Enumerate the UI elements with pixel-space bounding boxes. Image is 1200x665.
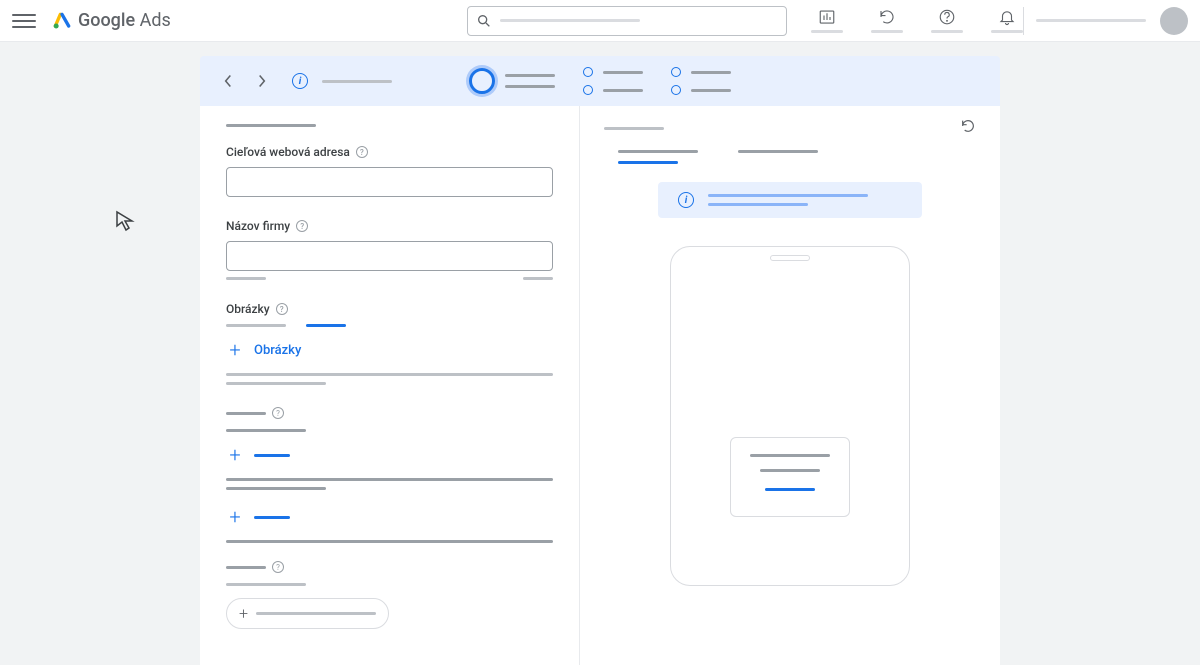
divider: [1023, 7, 1024, 35]
menu-icon[interactable]: [12, 9, 36, 33]
tab-active[interactable]: [306, 324, 346, 327]
search-placeholder: [500, 19, 640, 22]
search-icon: [476, 13, 492, 29]
info-icon[interactable]: i: [292, 73, 308, 89]
business-name-label: Názov firmy ?: [226, 219, 553, 233]
app-header: Google Ads: [0, 0, 1200, 42]
add-logo-button[interactable]: +: [226, 446, 553, 464]
final-url-input[interactable]: [226, 167, 553, 197]
plus-icon: +: [226, 508, 244, 526]
section-title-placeholder: [226, 124, 316, 127]
images-label: Obrázky ?: [226, 302, 553, 316]
avatar[interactable]: [1160, 7, 1188, 35]
ads-logo-icon: [52, 11, 72, 31]
logos-label-placeholder: [226, 412, 266, 415]
refresh-preview-icon[interactable]: [960, 118, 976, 138]
plus-icon: +: [239, 604, 248, 623]
add-images-button[interactable]: + Obrázky: [226, 341, 553, 359]
help-icon[interactable]: [931, 8, 963, 33]
google-ads-logo[interactable]: Google Ads: [52, 10, 171, 31]
info-icon: i: [678, 192, 694, 208]
campaign-stepper: i: [200, 56, 1000, 106]
reports-icon[interactable]: [811, 8, 843, 33]
back-arrow-icon[interactable]: [218, 71, 238, 91]
ad-preview: i: [580, 106, 1000, 665]
help-icon[interactable]: ?: [276, 303, 288, 315]
refresh-icon[interactable]: [871, 8, 903, 33]
step-2[interactable]: [583, 67, 643, 95]
tab-placeholder[interactable]: [226, 324, 286, 327]
account-email-placeholder: [1036, 19, 1146, 22]
help-icon[interactable]: ?: [272, 561, 284, 573]
search-input[interactable]: [467, 6, 787, 36]
help-icon[interactable]: ?: [296, 220, 308, 232]
final-url-label: Cieľová webová adresa ?: [226, 145, 553, 159]
logo-text: Google Ads: [78, 10, 171, 31]
header-actions: [811, 8, 1023, 33]
plus-icon: +: [226, 341, 244, 359]
campaign-name-placeholder: [322, 80, 392, 83]
ad-form: Cieľová webová adresa ? Názov firmy ?: [200, 106, 580, 665]
preview-tab[interactable]: [738, 150, 818, 164]
preview-title-placeholder: [604, 127, 664, 130]
ad-card-preview: [730, 437, 850, 517]
help-icon[interactable]: ?: [356, 146, 368, 158]
step-current[interactable]: [469, 68, 555, 94]
step-3[interactable]: [671, 67, 731, 95]
preview-tab-active[interactable]: [618, 150, 698, 164]
phone-mockup: [670, 246, 910, 586]
add-video-button[interactable]: +: [226, 508, 553, 526]
plus-icon: +: [226, 446, 244, 464]
add-headline-chip[interactable]: +: [226, 598, 389, 629]
headlines-label-placeholder: [226, 566, 266, 569]
business-name-input[interactable]: [226, 241, 553, 271]
forward-arrow-icon[interactable]: [252, 71, 272, 91]
help-icon[interactable]: ?: [272, 407, 284, 419]
notifications-icon[interactable]: [991, 8, 1023, 33]
preview-info-banner: i: [658, 182, 922, 218]
